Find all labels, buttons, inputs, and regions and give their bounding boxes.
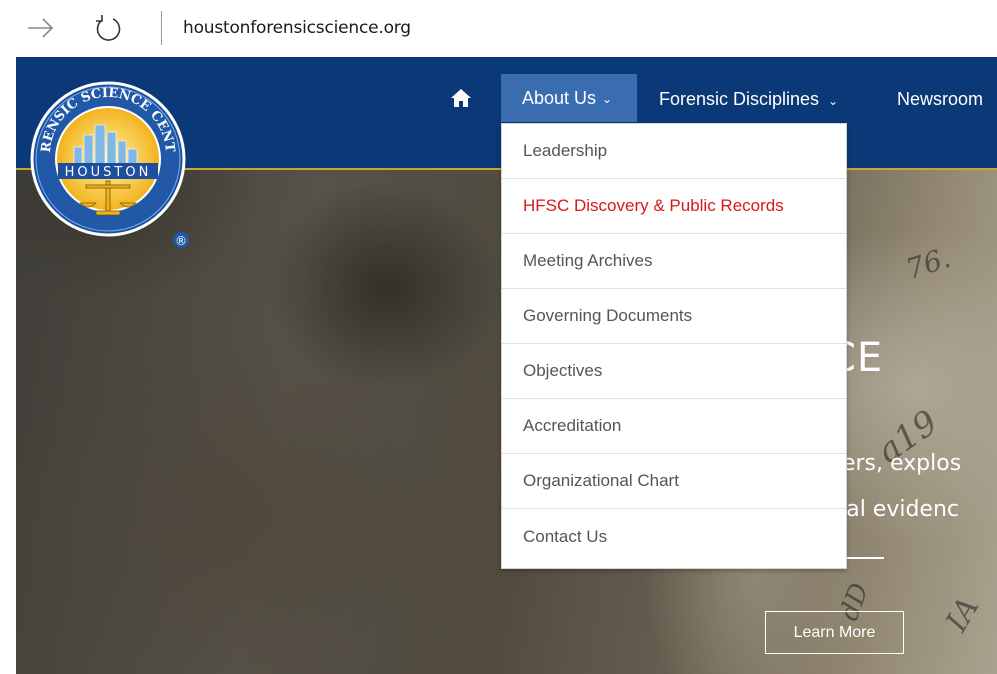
dropdown-item[interactable]: Leadership <box>502 124 846 179</box>
arrow-right-icon[interactable] <box>24 12 56 44</box>
reload-icon[interactable] <box>92 12 124 44</box>
hero-text-line: ical evidenc <box>828 497 960 522</box>
registered-mark: ® <box>175 234 187 248</box>
dropdown-item[interactable]: Contact Us <box>502 509 846 564</box>
page-viewport: 76. a19 dD IA CE bers, explos ical evide… <box>16 57 997 674</box>
dropdown-item[interactable]: Objectives <box>502 344 846 399</box>
dropdown-item[interactable]: Organizational Chart <box>502 454 846 509</box>
home-icon[interactable] <box>450 88 472 108</box>
url-divider <box>161 11 162 45</box>
address-bar[interactable]: houstonforensicscience.org <box>183 18 411 38</box>
learn-more-button[interactable]: Learn More <box>765 611 904 654</box>
nav-about-us[interactable]: About Us ⌄ <box>501 74 637 122</box>
nav-about-label: About Us <box>522 87 597 108</box>
dropdown-item[interactable]: Governing Documents <box>502 289 846 344</box>
forensic-science-center-logo[interactable]: HOUSTON FORENSIC SCIENCE CENTER ® <box>28 77 193 257</box>
hero-text-line: bers, explos <box>828 451 962 476</box>
browser-toolbar: houstonforensicscience.org <box>0 0 997 57</box>
dropdown-item[interactable]: Accreditation <box>502 399 846 454</box>
chevron-down-icon: ⌄ <box>602 92 613 106</box>
about-us-dropdown-menu: Leadership HFSC Discovery & Public Record… <box>501 123 847 569</box>
chevron-down-icon: ⌄ <box>828 94 839 108</box>
nav-forensic-disciplines[interactable]: Forensic Disciplines ⌄ <box>659 89 838 110</box>
nav-newsroom[interactable]: Newsroom <box>897 89 983 110</box>
nav-forensic-label: Forensic Disciplines <box>659 89 820 109</box>
dropdown-item[interactable]: Meeting Archives <box>502 234 846 289</box>
logo-city-text: HOUSTON <box>65 165 152 180</box>
dropdown-item[interactable]: HFSC Discovery & Public Records <box>502 179 846 234</box>
